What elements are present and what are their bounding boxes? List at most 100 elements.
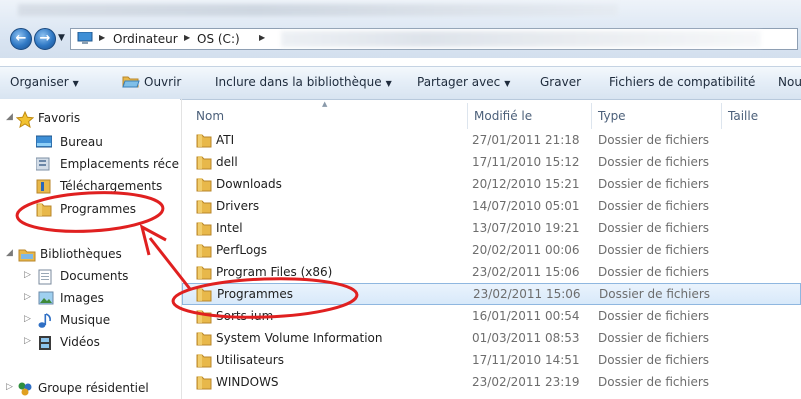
expanded-arrow-icon[interactable]: ◢ (6, 112, 13, 122)
file-name: System Volume Information (216, 331, 383, 345)
breadcrumb-drive[interactable]: OS (C:) (197, 32, 240, 46)
organize-button[interactable]: Organiser ▼ (10, 75, 79, 89)
back-button[interactable]: ← (10, 28, 32, 50)
folder-icon (36, 203, 52, 217)
table-row[interactable]: Programmes 23/02/2011 15:06 Dossier de fic… (182, 283, 801, 305)
folder-icon (196, 352, 212, 371)
nav-item-programmes[interactable]: Programmes (0, 200, 180, 220)
table-row[interactable]: Downloads 20/12/2010 15:21 Dossier de fich… (182, 173, 801, 195)
file-name: Downloads (216, 177, 282, 191)
file-name: dell (216, 155, 238, 169)
new-folder-button[interactable]: Nou (778, 75, 801, 89)
breadcrumb-separator-icon[interactable]: ▶ (259, 33, 265, 42)
file-modified: 01/03/2011 08:53 (472, 331, 580, 345)
star-icon (16, 111, 34, 128)
history-dropdown-icon[interactable]: ▼ (58, 33, 65, 43)
column-header-type[interactable]: Type (592, 99, 721, 127)
file-type: Dossier de fichiers (598, 199, 710, 213)
address-bar[interactable]: ▶ Ordinateur ▶ OS (C:) ▶ (70, 28, 798, 50)
collapsed-arrow-icon[interactable]: ▷ (24, 314, 31, 324)
file-modified: 23/02/2011 15:06 (472, 265, 580, 279)
include-label: Inclure dans la bibliothèque (215, 75, 382, 89)
open-folder-icon (122, 76, 140, 88)
file-type: Dossier de fichiers (598, 243, 710, 257)
nav-item-documents[interactable]: ▷ Documents (0, 267, 180, 287)
table-row[interactable]: Drivers 14/07/2010 05:01 Dossier de fichie… (182, 195, 801, 217)
file-name: Program Files (x86) (216, 265, 333, 279)
collapsed-arrow-icon[interactable]: ▷ (24, 336, 31, 346)
nav-item-telechargements[interactable]: Téléchargements (0, 177, 180, 197)
file-modified: 17/11/2010 15:12 (472, 155, 580, 169)
file-modified: 23/02/2011 23:19 (472, 375, 580, 389)
table-row[interactable]: Sorts ium 16/01/2011 00:54 Dossier de fich… (182, 305, 801, 327)
nav-item-recent-places[interactable]: Emplacements réce (0, 155, 180, 175)
images-icon (38, 291, 54, 305)
recent-places-icon (36, 157, 50, 171)
forward-button[interactable]: → (34, 28, 56, 50)
file-modified: 14/07/2010 05:01 (472, 199, 580, 213)
file-type: Dossier de fichiers (598, 221, 710, 235)
nav-favorites-label: Favoris (38, 111, 81, 125)
column-header-size[interactable]: Taille (722, 99, 801, 127)
folder-icon (196, 198, 212, 217)
documents-icon (38, 269, 52, 285)
breadcrumb-separator-icon[interactable]: ▶ (99, 33, 105, 42)
nav-item-videos[interactable]: ▷ Vidéos (0, 333, 180, 353)
folder-icon (196, 330, 212, 349)
breadcrumb-separator-icon[interactable]: ▶ (184, 33, 190, 42)
folder-icon (196, 154, 212, 173)
column-header-name[interactable]: ▲ Nom (182, 99, 467, 127)
table-row[interactable]: Utilisateurs 17/11/2010 14:51 Dossier de f… (182, 349, 801, 371)
table-row[interactable]: System Volume Information 01/03/2011 08:5… (182, 327, 801, 349)
table-row[interactable]: WINDOWS 23/02/2011 23:19 Dossier de fichie… (182, 371, 801, 393)
nav-homegroup-label: Groupe résidentiel (38, 381, 149, 395)
file-type: Dossier de fichiers (599, 287, 711, 301)
open-button[interactable]: Ouvrir (122, 75, 181, 89)
compatibility-files-button[interactable]: Fichiers de compatibilité (609, 75, 755, 89)
nav-libraries[interactable]: ◢ Bibliothèques (0, 245, 180, 265)
file-type: Dossier de fichiers (598, 155, 710, 169)
column-size-label: Taille (728, 109, 759, 123)
file-type: Dossier de fichiers (598, 177, 710, 191)
nav-item-bureau[interactable]: Bureau (0, 133, 180, 153)
expanded-arrow-icon[interactable]: ◢ (6, 248, 13, 258)
table-row[interactable]: Intel 13/07/2010 19:21 Dossier de fichiers (182, 217, 801, 239)
sort-ascending-icon: ▲ (322, 100, 328, 108)
share-label: Partager avec (417, 75, 501, 89)
address-area: ← → ▼ ▶ Ordinateur ▶ OS (C:) ▶ (0, 0, 801, 58)
nav-favorites[interactable]: ◢ Favoris (0, 109, 180, 129)
include-in-library-button[interactable]: Inclure dans la bibliothèque ▼ (215, 75, 392, 89)
table-row[interactable]: dell 17/11/2010 15:12 Dossier de fichiers (182, 151, 801, 173)
file-modified: 16/01/2011 00:54 (472, 309, 580, 323)
chevron-down-icon: ▼ (385, 79, 392, 88)
file-name: Programmes (217, 287, 293, 301)
table-row[interactable]: ATI 27/01/2011 21:18 Dossier de fichiers (182, 129, 801, 151)
column-header-modified[interactable]: Modifié le (468, 99, 591, 127)
file-modified: 23/02/2011 15:06 (473, 287, 581, 301)
share-with-button[interactable]: Partager avec ▼ (417, 75, 510, 89)
navigation-pane: ◢ Favoris Bureau Emplacements réce Téléc… (0, 99, 180, 399)
table-row[interactable]: Program Files (x86) 23/02/2011 15:06 Dossi… (182, 261, 801, 283)
nav-item-musique[interactable]: ▷ Musique (0, 311, 180, 331)
breadcrumb-computer[interactable]: Ordinateur (113, 32, 178, 46)
folder-icon (196, 308, 212, 327)
file-name: WINDOWS (216, 375, 279, 389)
collapsed-arrow-icon[interactable]: ▷ (24, 270, 31, 280)
open-label: Ouvrir (144, 75, 182, 89)
nav-item-images[interactable]: ▷ Images (0, 289, 180, 309)
collapsed-arrow-icon[interactable]: ▷ (24, 292, 31, 302)
videos-icon (39, 336, 51, 350)
file-name: Intel (216, 221, 243, 235)
blurred-title-strip (18, 4, 618, 16)
chevron-down-icon: ▼ (72, 79, 79, 88)
collapsed-arrow-icon[interactable]: ▷ (6, 382, 13, 392)
burn-button[interactable]: Graver (540, 75, 581, 89)
file-modified: 20/12/2010 15:21 (472, 177, 580, 191)
file-name: Utilisateurs (216, 353, 284, 367)
table-row[interactable]: PerfLogs 20/02/2011 00:06 Dossier de fichi… (182, 239, 801, 261)
file-type: Dossier de fichiers (598, 331, 710, 345)
folder-icon (196, 220, 212, 239)
nav-item-label: Bureau (60, 135, 103, 149)
homegroup-icon (18, 382, 32, 396)
nav-homegroup[interactable]: ▷ Groupe résidentiel (0, 379, 180, 399)
